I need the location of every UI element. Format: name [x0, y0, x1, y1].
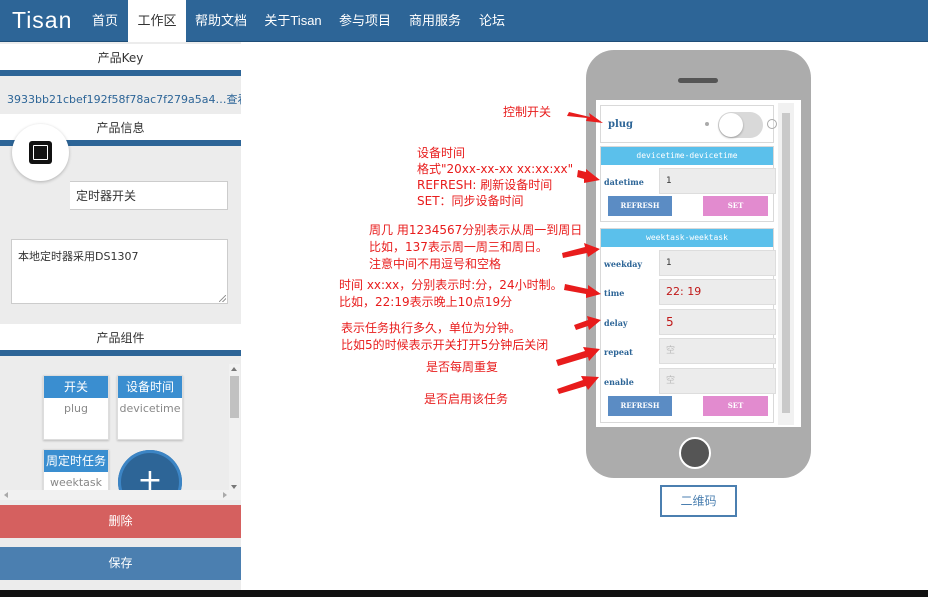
- arrow-repeat-icon: [556, 347, 600, 366]
- arrow-plug-icon: [567, 112, 603, 123]
- arrow-enable-icon: [557, 376, 599, 394]
- arrow-datetime-icon: [577, 169, 600, 183]
- arrow-delay-icon: [574, 316, 601, 330]
- annotation-arrows: [556, 112, 603, 394]
- arrow-time-icon: [564, 284, 601, 298]
- arrow-weekday-icon: [562, 243, 600, 258]
- bottom-border: [0, 590, 928, 597]
